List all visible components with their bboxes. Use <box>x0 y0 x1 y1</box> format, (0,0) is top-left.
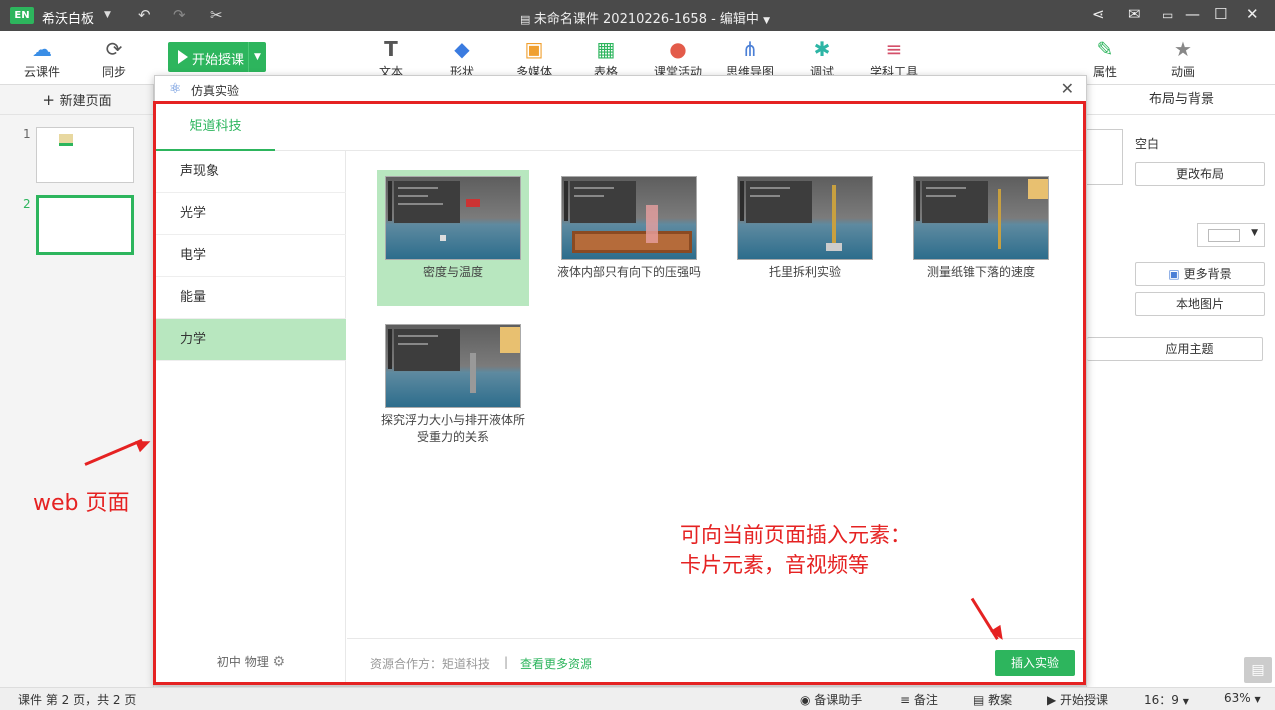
picture-icon: ▣ <box>1168 267 1184 281</box>
app-name[interactable]: 希沃白板 <box>42 8 94 27</box>
cloud-courseware-button[interactable]: ☁ 云课件 <box>14 37 70 80</box>
books-icon: ≡ <box>885 37 903 61</box>
sync-icon: ⟳ <box>105 37 123 61</box>
share-icon[interactable]: ⋖ <box>1092 5 1105 23</box>
shape-icon: ◆ <box>454 37 470 61</box>
stars-icon: ★ <box>1174 37 1192 61</box>
redo-icon[interactable]: ↷ <box>173 6 186 24</box>
maximize-button[interactable]: ☐ <box>1214 5 1227 23</box>
page-list-panel: + 新建页面 1 2 <box>0 85 154 687</box>
text-icon: T <box>384 37 398 61</box>
start-class-dropdown[interactable]: ▼ <box>248 42 266 72</box>
debug-tool[interactable]: ✱ 调试 <box>794 37 850 80</box>
dialog-header: ⚛ 仿真实验 ✕ <box>155 76 1086 103</box>
play-icon <box>178 50 188 64</box>
table-icon: ▦ <box>596 37 616 61</box>
thumbnail-graphic <box>59 134 73 146</box>
ratio-select[interactable]: 16：9 ▼ <box>1144 691 1189 708</box>
background-color-picker[interactable]: ▼ <box>1197 223 1265 247</box>
app-logo: EN <box>10 7 34 24</box>
scissors-icon[interactable]: ✂ <box>210 6 223 24</box>
mindmap-tool[interactable]: ⋔ 思维导图 <box>722 37 778 80</box>
color-swatch <box>1208 229 1240 242</box>
bug-icon: ✱ <box>813 37 831 61</box>
notes-icon: ≡ <box>900 693 914 707</box>
thumbnail-number: 2 <box>23 197 31 211</box>
document-icon: ▤ <box>973 693 989 707</box>
page-thumbnail[interactable] <box>36 127 134 183</box>
person-icon: ● <box>669 37 687 61</box>
layout-background-panel: 布局与背景 空白 更改布局 ▼ ▣ 更多背景 本地图片 应用主题 <box>1086 85 1275 687</box>
more-background-button[interactable]: ▣ 更多背景 <box>1135 262 1265 286</box>
text-tool[interactable]: T 文本 <box>363 37 419 80</box>
cloud-icon: ☁ <box>32 37 52 61</box>
layout-name: 空白 <box>1135 137 1160 151</box>
notes-button[interactable]: ≡ 备注 <box>900 691 938 708</box>
restore-icon[interactable]: ▭ <box>1162 8 1173 22</box>
close-window-button[interactable]: ✕ <box>1246 5 1259 23</box>
lesson-plan-button[interactable]: ▤ 教案 <box>973 691 1012 708</box>
status-start-class-button[interactable]: ▶ 开始授课 <box>1047 691 1108 708</box>
image-icon: ▣ <box>524 37 544 61</box>
app-menu-chevron-icon[interactable]: ▼ <box>104 10 111 20</box>
sync-button[interactable]: ⟳ 同步 <box>86 37 142 80</box>
annotation-insert-hint: 可向当前页面插入元素： 卡片元素，音视频等 <box>680 523 911 577</box>
page-thumbnail-selected[interactable] <box>36 195 134 255</box>
chevron-down-icon: ▼ <box>1251 228 1258 238</box>
mail-icon[interactable]: ✉ <box>1128 5 1141 23</box>
class-activity-tool[interactable]: ● 课堂活动 <box>650 37 706 80</box>
subject-tools[interactable]: ≡ 学科工具 <box>866 37 922 80</box>
local-image-button[interactable]: 本地图片 <box>1135 292 1265 316</box>
close-dialog-button[interactable]: ✕ <box>1061 79 1074 98</box>
chat-icon[interactable]: ▤ <box>1244 657 1272 683</box>
lesson-assistant-button[interactable]: ◉ 备课助手 <box>800 691 862 708</box>
new-page-button[interactable]: + 新建页面 <box>0 85 154 115</box>
atom-icon: ⚛ <box>169 81 182 97</box>
change-layout-button[interactable]: 更改布局 <box>1135 162 1265 186</box>
document-title[interactable]: ▤ 未命名课件 20210226-1658 - 编辑中 ▼ <box>520 8 770 27</box>
title-bar: EN 希沃白板 ▼ ↶ ↷ ✂ ▤ 未命名课件 20210226-1658 - … <box>0 0 1275 31</box>
property-button[interactable]: ✎ 属性 <box>1077 37 1133 80</box>
status-bar: 课件 第 2 页，共 2 页 ◉ 备课助手 ≡ 备注 ▤ 教案 ▶ 开始授课 1… <box>0 687 1275 710</box>
undo-icon[interactable]: ↶ <box>138 6 151 24</box>
mindmap-icon: ⋔ <box>741 37 759 61</box>
table-tool[interactable]: ▦ 表格 <box>578 37 634 80</box>
page-info: 课件 第 2 页，共 2 页 <box>18 693 137 707</box>
zoom-select[interactable]: 63% ▼ <box>1224 691 1261 705</box>
start-class-button[interactable]: 开始授课 ▼ <box>168 42 266 72</box>
minimize-button[interactable]: — <box>1185 5 1200 23</box>
animation-button[interactable]: ★ 动画 <box>1155 37 1211 80</box>
brush-icon: ✎ <box>1096 37 1114 61</box>
dialog-title: 仿真实验 <box>191 84 240 98</box>
tab-layout-background[interactable]: 布局与背景 <box>1087 85 1275 115</box>
assistant-icon: ◉ <box>800 693 815 707</box>
layout-preview[interactable] <box>1087 129 1123 185</box>
web-page-highlight-frame <box>153 101 1086 685</box>
shape-tool[interactable]: ◆ 形状 <box>434 37 490 80</box>
thumbnail-number: 1 <box>23 127 31 141</box>
apply-theme-button[interactable]: 应用主题 <box>1087 337 1263 361</box>
play-icon: ▶ <box>1047 693 1061 707</box>
annotation-web-page: web 页面 <box>33 491 130 516</box>
media-tool[interactable]: ▣ 多媒体 <box>506 37 562 80</box>
plus-icon: + <box>42 91 60 109</box>
